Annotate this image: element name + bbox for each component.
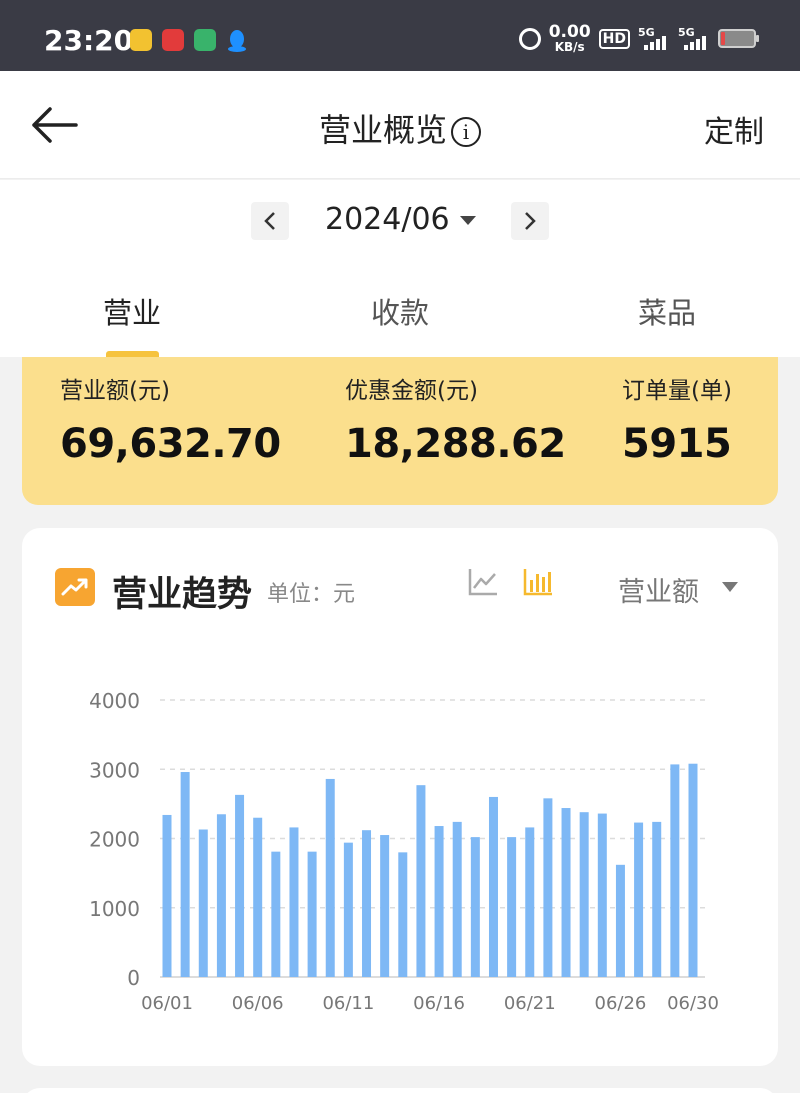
discount-label: 优惠金额(元) [345, 378, 478, 404]
revenue-value: 69,632.70 [60, 421, 281, 467]
bar-06/02[interactable] [180, 772, 190, 977]
signal-icon-1: 5G [638, 26, 670, 50]
x-tick-label: 06/01 [141, 993, 193, 1014]
bar-06/19[interactable] [488, 796, 498, 977]
customize-button[interactable]: 定制 [704, 107, 764, 151]
bar-06/06[interactable] [253, 817, 263, 977]
x-tick-label: 06/16 [413, 993, 465, 1014]
news-app-icon [162, 29, 184, 51]
orders-label: 订单量(单) [622, 378, 732, 404]
date-tab-area: 2024/06 营业 收款 菜品 [0, 180, 800, 357]
battery-icon [718, 29, 759, 48]
bar-06/20[interactable] [507, 837, 517, 977]
x-tick-label: 06/30 [667, 993, 719, 1014]
bar-06/16[interactable] [434, 826, 444, 977]
bar-06/30[interactable] [688, 763, 698, 977]
signal-icon-2: 5G [678, 26, 710, 50]
bar-06/17[interactable] [452, 821, 462, 977]
tab-business[interactable]: 营业 [103, 290, 161, 332]
y-tick-label: 2000 [89, 828, 140, 852]
bar-06/07[interactable] [271, 851, 281, 977]
revenue-bar-chart: 0 1000 2000 3000 4000 06/01 06/06 06/11 06/16 06/… [89, 689, 719, 1014]
next-month-button[interactable] [511, 202, 549, 240]
bar-06/22[interactable] [543, 798, 553, 977]
bar-06/21[interactable] [525, 827, 535, 977]
bar-06/26[interactable] [615, 864, 625, 977]
bar-06/12[interactable] [362, 830, 372, 977]
meituan-app-icon [130, 29, 152, 51]
orders-metric: 订单量(单) 5915 [622, 371, 732, 467]
hd-voice-icon: HD [598, 28, 630, 49]
x-tick-label: 06/26 [595, 993, 647, 1014]
prev-month-button[interactable] [251, 202, 289, 240]
orders-value: 5915 [622, 421, 732, 467]
page-title: 营业概览 i [0, 105, 800, 151]
bar-06/11[interactable] [343, 842, 353, 977]
bar-06/29[interactable] [670, 764, 680, 977]
chevron-left-icon [264, 212, 275, 230]
network-speed: 0.00 KB/s [548, 22, 591, 54]
bar-06/27[interactable] [634, 822, 644, 977]
app-header: 营业概览 i 定制 [0, 71, 800, 179]
info-icon[interactable]: i [451, 117, 481, 147]
next-card [22, 1088, 778, 1093]
y-tick-label: 0 [127, 966, 140, 990]
alarm-icon [518, 27, 541, 50]
status-bar: 23:20 0.00 KB/s HD 5G 5G [0, 0, 800, 71]
bar-06/13[interactable] [380, 835, 390, 977]
trend-card: 营业趋势 单位：元 营业额 0 1000 2000 3000 4000 06/01 06/0… [22, 528, 778, 1066]
bar-06/04[interactable] [216, 814, 226, 977]
revenue-label: 营业额(元) [60, 378, 170, 404]
photo-app-icon [194, 29, 216, 51]
discount-value: 18,288.62 [345, 421, 566, 467]
bar-06/15[interactable] [416, 785, 426, 977]
bar-06/28[interactable] [652, 821, 662, 977]
bar-06/05[interactable] [235, 794, 245, 977]
x-tick-label: 06/21 [504, 993, 556, 1014]
bar-06/18[interactable] [470, 837, 480, 977]
y-tick-label: 1000 [89, 897, 140, 921]
y-tick-label: 4000 [89, 689, 140, 713]
bar-06/25[interactable] [597, 813, 607, 977]
y-tick-label: 3000 [89, 758, 140, 782]
revenue-metric: 营业额(元) 69,632.70 [60, 371, 281, 467]
bar-06/03[interactable] [198, 829, 208, 977]
bar-06/01[interactable] [162, 814, 172, 977]
date-picker[interactable]: 2024/06 [325, 202, 450, 237]
chevron-right-icon [525, 212, 536, 230]
discount-metric: 优惠金额(元) 18,288.62 [345, 371, 566, 467]
qq-icon [228, 30, 246, 52]
bar-06/24[interactable] [579, 812, 589, 977]
summary-panel: 营业额(元) 69,632.70 优惠金额(元) 18,288.62 订单量(单… [22, 357, 778, 505]
bar-06/14[interactable] [398, 852, 408, 977]
notification-icons [130, 29, 248, 53]
x-tick-label: 06/11 [322, 993, 374, 1014]
tab-payments[interactable]: 收款 [371, 290, 429, 332]
tab-dishes[interactable]: 菜品 [638, 290, 696, 332]
caret-down-icon[interactable] [460, 216, 476, 225]
bar-06/08[interactable] [289, 827, 299, 977]
bar-06/09[interactable] [307, 851, 317, 977]
bar-06/10[interactable] [325, 778, 335, 977]
status-time: 23:20 [44, 24, 134, 57]
x-tick-label: 06/06 [232, 993, 284, 1014]
bar-06/23[interactable] [561, 808, 571, 977]
